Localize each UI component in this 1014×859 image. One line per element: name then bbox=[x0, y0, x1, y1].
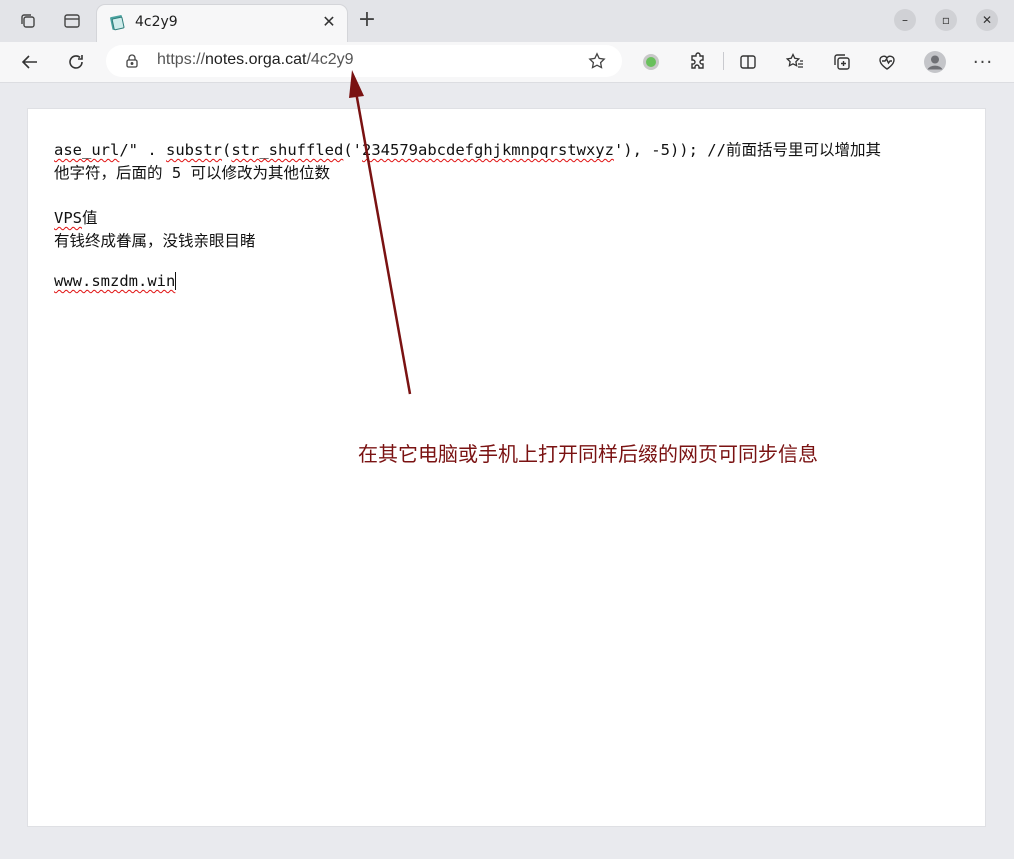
refresh-icon[interactable] bbox=[64, 50, 88, 74]
maximize-button[interactable]: ▫ bbox=[935, 9, 957, 31]
notepad-favicon-icon bbox=[110, 15, 125, 31]
address-bar[interactable]: https://notes.orga.cat/4c2y9 bbox=[106, 45, 622, 77]
note-line-5: www.smzdm.win bbox=[54, 272, 177, 290]
collections-icon[interactable] bbox=[830, 50, 854, 74]
toolbar: https://notes.orga.cat/4c2y9 ··· bbox=[0, 42, 1014, 83]
note-line-4: 有钱终成眷属，没钱亲眼目睹 bbox=[54, 232, 256, 250]
split-screen-icon[interactable] bbox=[736, 50, 760, 74]
note-line-1: ase_url/" . substr(str_shuffled('234579a… bbox=[54, 141, 881, 159]
tab-title: 4c2y9 bbox=[135, 14, 178, 30]
tab-strip: 4c2y9 ✕ + – ▫ ✕ bbox=[0, 0, 1014, 42]
close-window-button[interactable]: ✕ bbox=[976, 9, 998, 31]
toolbar-divider bbox=[723, 52, 724, 70]
tab-actions-icon[interactable] bbox=[60, 9, 84, 33]
minimize-button[interactable]: – bbox=[894, 9, 916, 31]
browser-essentials-icon[interactable] bbox=[875, 50, 899, 74]
favorites-icon[interactable] bbox=[783, 50, 807, 74]
note-line-3: VPS值 bbox=[54, 209, 98, 227]
favorite-star-icon[interactable] bbox=[588, 52, 606, 70]
workspaces-icon[interactable] bbox=[16, 9, 40, 33]
extension-green-dot-icon[interactable] bbox=[639, 50, 663, 74]
lock-icon[interactable] bbox=[124, 53, 140, 69]
note-editor[interactable]: ase_url/" . substr(str_shuffled('234579a… bbox=[54, 139, 959, 293]
profile-avatar-icon[interactable] bbox=[923, 50, 947, 74]
page-content: ase_url/" . substr(str_shuffled('234579a… bbox=[27, 108, 986, 827]
new-tab-button[interactable]: + bbox=[354, 8, 380, 34]
url-text[interactable]: https://notes.orga.cat/4c2y9 bbox=[157, 51, 354, 69]
more-options-icon[interactable]: ··· bbox=[971, 50, 995, 74]
annotation-text: 在其它电脑或手机上打开同样后缀的网页可同步信息 bbox=[358, 442, 818, 466]
close-icon[interactable]: ✕ bbox=[319, 12, 339, 32]
note-line-2: 他字符，后面的 5 可以修改为其他位数 bbox=[54, 164, 330, 182]
extensions-puzzle-icon[interactable] bbox=[686, 50, 710, 74]
back-icon[interactable] bbox=[18, 50, 42, 74]
tab-active[interactable]: 4c2y9 ✕ bbox=[97, 5, 347, 42]
